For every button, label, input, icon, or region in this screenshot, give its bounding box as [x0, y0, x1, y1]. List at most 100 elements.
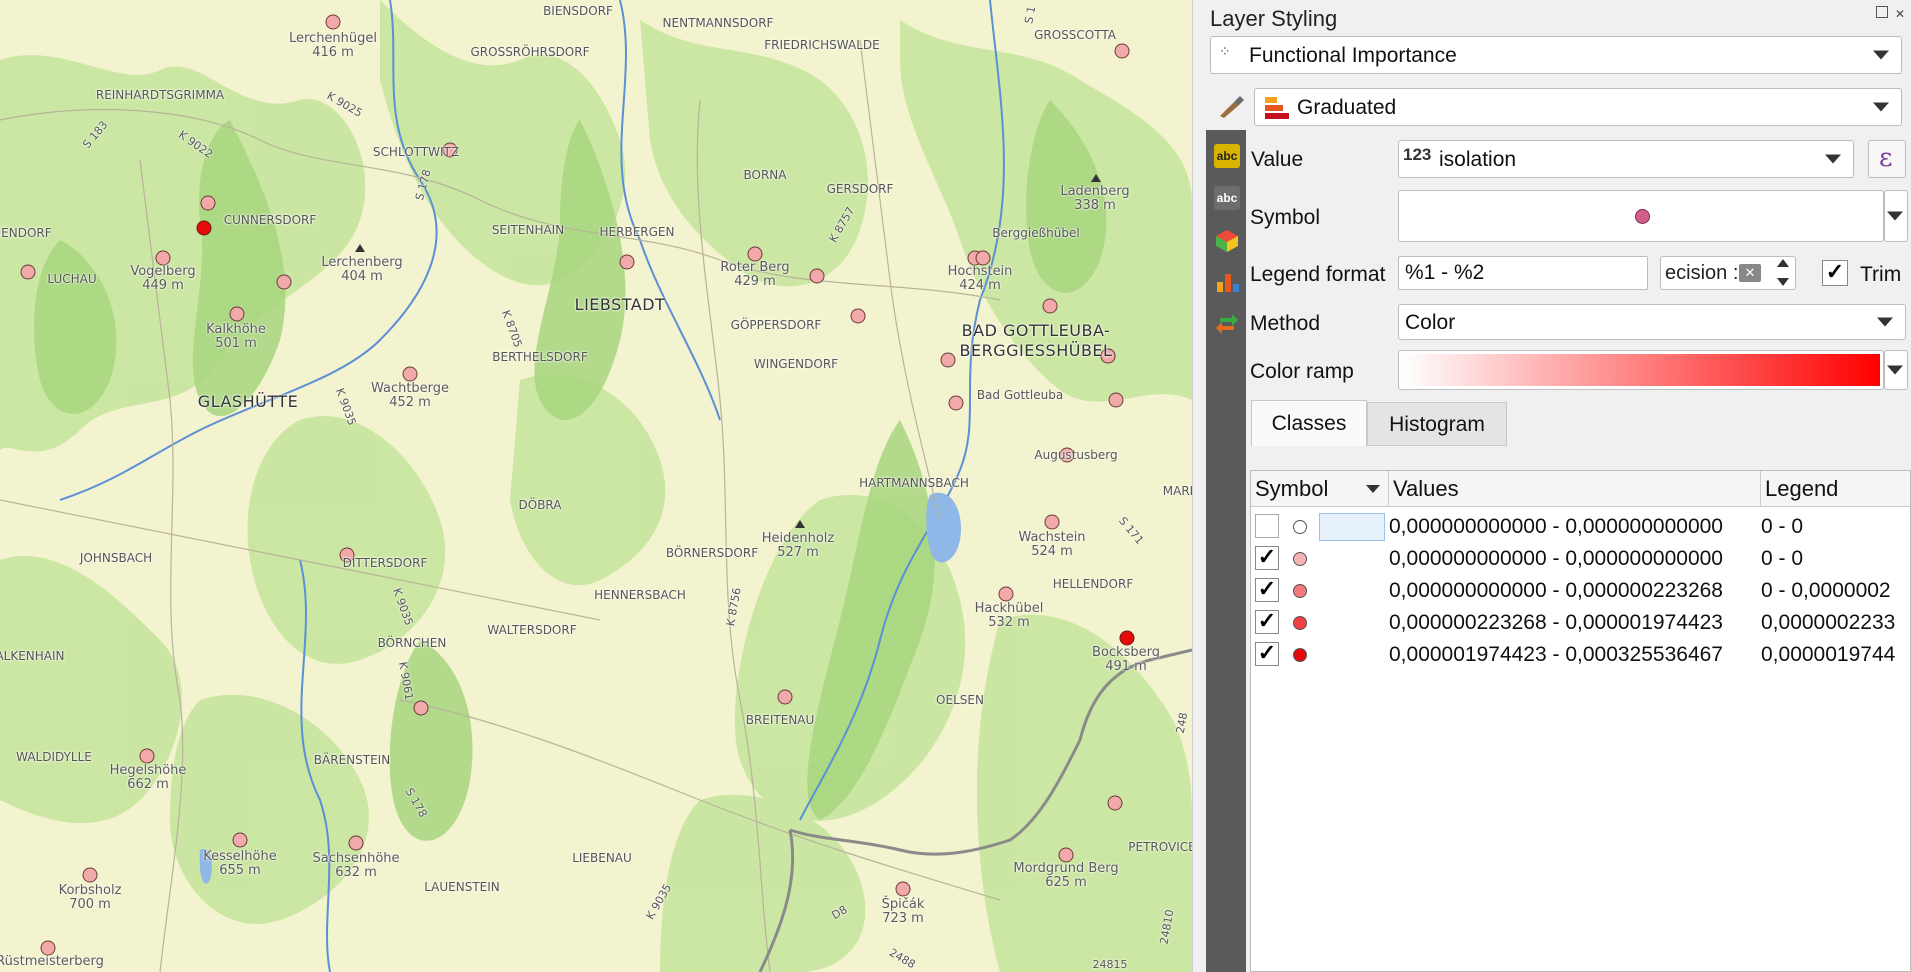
map-village-label: ALKENHAIN — [0, 649, 65, 663]
symbol-preview-icon — [1635, 209, 1650, 224]
class-row[interactable]: ✓ 0,000000000000 - 0,000000223268 0 - 0,… — [1251, 575, 1910, 607]
masks-icon[interactable]: abc — [1214, 186, 1240, 210]
clear-icon[interactable]: ✕ — [1739, 264, 1761, 282]
diagrams-icon[interactable] — [1214, 270, 1240, 294]
class-values[interactable]: 0,000000000000 - 0,000000223268 — [1389, 579, 1723, 603]
class-symbol-icon[interactable] — [1293, 520, 1307, 534]
chevron-down-icon — [1873, 50, 1889, 60]
brush-icon[interactable] — [1216, 94, 1246, 120]
layer-select[interactable]: ⁘ Functional Importance — [1210, 36, 1902, 74]
class-legend[interactable]: 0 - 0 — [1761, 547, 1803, 571]
color-ramp-preview — [1402, 354, 1880, 386]
class-legend[interactable]: 0 - 0,0000002 — [1761, 579, 1891, 603]
tab-histogram[interactable]: Histogram — [1367, 402, 1507, 446]
symbol-label: Symbol — [1250, 206, 1321, 229]
panel-splitter[interactable] — [1192, 0, 1207, 972]
symbol-menu-button[interactable] — [1884, 190, 1908, 242]
map-village-label: GROSSRÖHRSDORF — [470, 45, 590, 59]
class-values[interactable]: 0,000001974423 - 0,000325536467 — [1389, 643, 1723, 667]
class-legend[interactable]: 0,0000019744 — [1761, 643, 1895, 667]
class-visibility-checkbox[interactable]: ✓ — [1255, 642, 1279, 666]
map-point-symbol — [895, 881, 911, 897]
map-point-symbol — [200, 195, 216, 211]
map-point-symbol — [232, 832, 248, 848]
close-icon[interactable]: ✕ — [1895, 7, 1905, 21]
column-header-legend[interactable]: Legend — [1761, 471, 1910, 507]
class-symbol-icon[interactable] — [1293, 552, 1307, 566]
map-peak-label: Vogelberg 449 m — [130, 264, 196, 293]
map-point-layer — [20, 14, 1135, 956]
map-peak-label: Sachsenhöhe 632 m — [312, 851, 400, 880]
map-point-symbol — [1044, 514, 1060, 530]
class-values[interactable]: 0,000000000000 - 0,000000000000 — [1389, 547, 1723, 571]
map-point-symbol — [975, 250, 991, 266]
value-field-select[interactable]: 123 isolation — [1398, 140, 1854, 178]
map-town-label: LIEBSTADT — [574, 295, 666, 314]
class-row[interactable]: ✓ 0,000001974423 - 0,000325536467 0,0000… — [1251, 639, 1910, 671]
float-icon[interactable] — [1875, 6, 1888, 18]
method-select[interactable]: Color — [1398, 304, 1906, 340]
map-point-symbol — [325, 14, 341, 30]
value-label: Value — [1251, 148, 1304, 171]
map-village-label: GERSDORF — [826, 182, 894, 196]
map-village-label: BÖRNCHEN — [377, 636, 447, 650]
symbol-button[interactable] — [1398, 190, 1884, 242]
tab-classes[interactable]: Classes — [1251, 400, 1367, 446]
spin-up-icon[interactable] — [1777, 259, 1789, 267]
class-row[interactable]: ✓ 0,000000000000 - 0,000000000000 0 - 0 — [1251, 543, 1910, 575]
class-legend[interactable]: 0,0000002233 — [1761, 611, 1895, 635]
map-village-label: GÖPPERSDORF — [730, 318, 822, 332]
map-village-label: UENDORF — [0, 226, 52, 240]
class-values[interactable]: 0,000000000000 - 0,000000000000 — [1389, 515, 1723, 539]
map-village-label: SCHLOTTWITZ — [372, 145, 460, 159]
map-point-symbol — [1114, 43, 1130, 59]
map-point-symbol — [850, 308, 866, 324]
precision-spinbox[interactable]: ecision : ✕ — [1660, 256, 1796, 290]
class-symbol-icon[interactable] — [1293, 616, 1307, 630]
class-visibility-checkbox[interactable]: ✓ — [1255, 578, 1279, 602]
spin-down-icon[interactable] — [1777, 278, 1789, 286]
class-symbol-icon[interactable] — [1293, 648, 1307, 662]
class-row[interactable]: ✓ 0,000000223268 - 0,000001974423 0,0000… — [1251, 607, 1910, 639]
class-row[interactable]: 0,000000000000 - 0,000000000000 0 - 0 — [1251, 511, 1910, 543]
labels-icon[interactable]: abc — [1214, 144, 1240, 168]
trim-checkbox[interactable]: ✓ — [1822, 260, 1848, 286]
map-canvas[interactable]: LIEBSTADT GLASHÜTTE BAD GOTTLEUBA- BERGG… — [0, 0, 1192, 972]
layer-select-value: Functional Importance — [1249, 44, 1457, 67]
color-ramp-button[interactable] — [1398, 350, 1884, 390]
map-village-label: WALDIDYLLE — [16, 750, 92, 764]
epsilon-icon: ε — [1879, 143, 1893, 173]
value-field-text: isolation — [1439, 148, 1517, 171]
chevron-down-icon — [1887, 365, 1903, 375]
chevron-down-icon — [1877, 317, 1893, 327]
map-village-label: PETROVICE — [1128, 840, 1192, 854]
map-point-symbol — [1108, 392, 1124, 408]
class-values[interactable]: 0,000000223268 - 0,000001974423 — [1389, 611, 1723, 635]
map-town-label: BAD GOTTLEUBA- — [961, 321, 1111, 340]
map-point-symbol — [948, 395, 964, 411]
class-symbol-icon[interactable] — [1293, 584, 1307, 598]
class-visibility-checkbox[interactable]: ✓ — [1255, 610, 1279, 634]
color-ramp-menu-button[interactable] — [1884, 350, 1908, 390]
map-road-label: 24815 — [1092, 958, 1128, 971]
style-sidebar: abc abc — [1206, 130, 1246, 972]
3d-view-icon[interactable] — [1214, 228, 1240, 252]
map-peak-label: Lerchenberg 404 m — [321, 255, 403, 284]
dock-buttons: ✕ — [1875, 6, 1905, 21]
map-village-label: FRIEDRICHSWALDE — [764, 38, 880, 52]
column-header-symbol[interactable]: Symbol — [1251, 471, 1389, 507]
expression-button[interactable]: ε — [1868, 140, 1906, 178]
map-village-label: JOHNSBACH — [79, 551, 153, 565]
history-icon[interactable] — [1214, 312, 1240, 336]
column-header-values[interactable]: Values — [1389, 471, 1761, 507]
map-peak-label: Lerchenhügel 416 m — [288, 31, 378, 60]
classes-table[interactable]: Symbol Values Legend 0,000000000000 - 0,… — [1250, 470, 1911, 972]
map-village-label: BÄRENSTEIN — [313, 753, 391, 767]
class-legend[interactable]: 0 - 0 — [1761, 515, 1803, 539]
legend-format-input[interactable] — [1398, 256, 1648, 290]
renderer-select[interactable]: Graduated — [1254, 88, 1902, 126]
class-visibility-checkbox[interactable]: ✓ — [1255, 546, 1279, 570]
class-visibility-checkbox[interactable] — [1255, 514, 1279, 538]
map-village-label: LUCHAU — [47, 272, 97, 286]
map-point-symbol — [1058, 847, 1074, 863]
